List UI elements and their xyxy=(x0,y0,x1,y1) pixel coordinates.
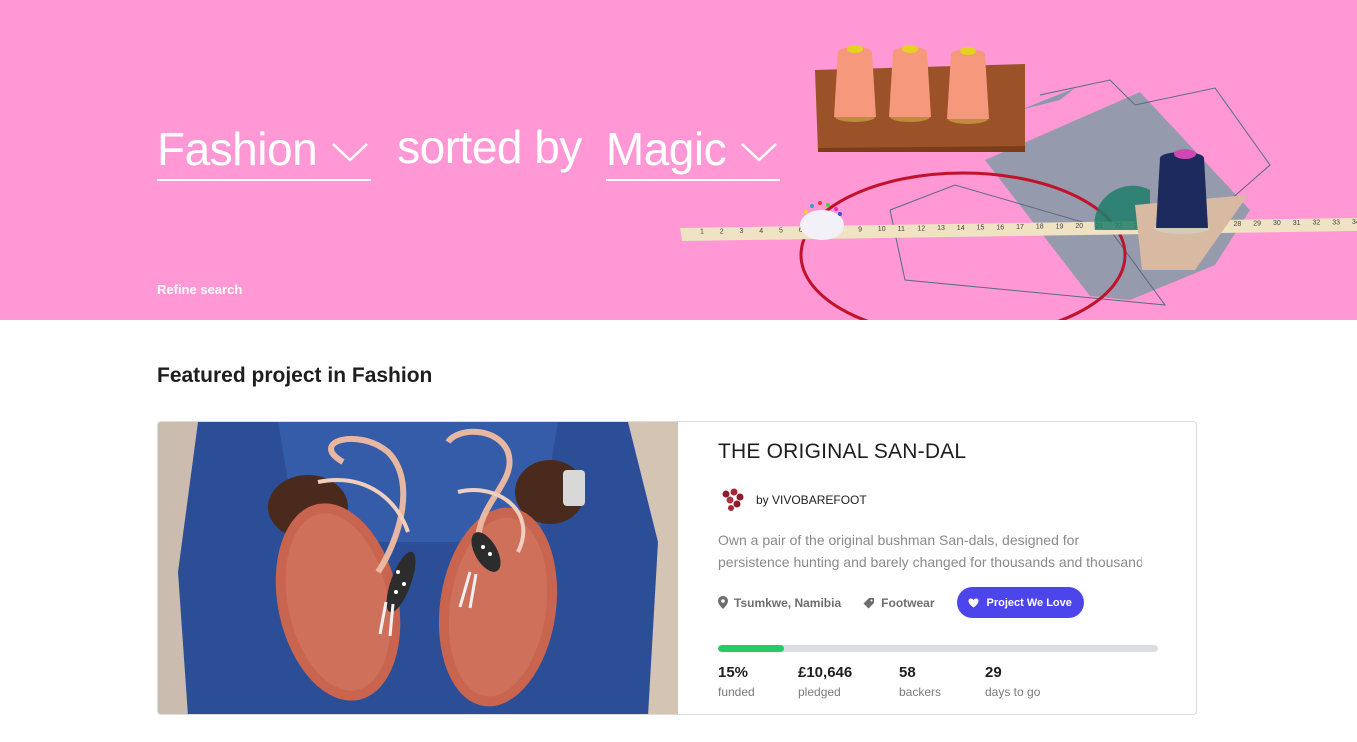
stat-label: backers xyxy=(899,685,942,699)
thread-spool xyxy=(947,47,989,124)
tape-number: 2 xyxy=(720,228,724,235)
search-headline: Fashion sorted by Magic xyxy=(157,118,781,182)
section-title: Featured project in Fashion xyxy=(157,364,433,387)
creator-name: by VIVOBAREFOOT xyxy=(756,493,867,507)
category-tag[interactable]: Footwear xyxy=(863,595,935,610)
project-title[interactable]: THE ORIGINAL SAN-DAL xyxy=(718,440,966,464)
tape-number: 1 xyxy=(700,229,704,236)
stat-funded: 15% funded xyxy=(718,664,798,699)
badge-label: Project We Love xyxy=(986,596,1072,609)
sort-label: Magic xyxy=(605,122,727,175)
tape-number: 11 xyxy=(898,226,905,233)
tape-number: 9 xyxy=(858,226,862,233)
blurb-line-2: persistence hunting and barely changed f… xyxy=(718,554,1142,570)
tape-number: 30 xyxy=(1273,220,1281,227)
stat-backers: 58 backers xyxy=(899,664,985,699)
tape-number: 18 xyxy=(1036,224,1044,231)
location-label: Tsumkwe, Namibia xyxy=(734,595,842,610)
funding-progress-fill xyxy=(718,645,784,652)
tape-number: 16 xyxy=(996,224,1004,231)
tape-number: 12 xyxy=(917,226,925,233)
thread-spool xyxy=(889,45,931,122)
chevron-down-icon xyxy=(741,142,777,162)
creator-avatar xyxy=(722,488,744,511)
sorted-by-text: sorted by xyxy=(397,121,582,173)
project-image[interactable] xyxy=(158,422,678,715)
tape-number: 10 xyxy=(878,226,886,233)
category-tag-label: Footwear xyxy=(881,595,935,610)
tag-icon xyxy=(863,597,875,608)
project-info: THE ORIGINAL SAN-DAL by VIVOBAREFOOT Own… xyxy=(718,422,1158,714)
tape-number: 4 xyxy=(759,228,763,235)
hero-banner: 1234567891011121314151617181920212223242… xyxy=(0,0,1357,320)
creator-row[interactable]: by VIVOBAREFOOT xyxy=(718,486,867,514)
tape-number: 3 xyxy=(740,228,744,235)
tape-number: 32 xyxy=(1313,220,1321,227)
tape-number: 13 xyxy=(937,225,945,232)
pin-cushion xyxy=(800,201,844,240)
tape-number: 20 xyxy=(1075,223,1083,230)
location-tag[interactable]: Tsumkwe, Namibia xyxy=(718,596,841,610)
tape-number: 15 xyxy=(977,225,985,232)
stat-value: 58 xyxy=(899,664,916,681)
stat-label: funded xyxy=(718,685,755,699)
category-label: Fashion xyxy=(157,122,318,175)
refine-search-link[interactable]: Refine search xyxy=(157,282,242,297)
stat-value: 15% xyxy=(718,664,749,681)
thread-spool xyxy=(834,45,876,122)
heart-icon xyxy=(968,598,978,607)
tape-number: 14 xyxy=(957,225,965,232)
category-dropdown[interactable]: Fashion xyxy=(157,118,372,181)
featured-project-card[interactable]: THE ORIGINAL SAN-DAL by VIVOBAREFOOT Own… xyxy=(157,421,1197,715)
stat-pledged: £10,646 pledged xyxy=(798,664,899,699)
stat-days-to-go: 29 days to go xyxy=(985,664,1075,699)
navy-thread-spool xyxy=(1154,149,1210,234)
tape-number: 17 xyxy=(1016,224,1024,231)
stat-label: pledged xyxy=(798,685,841,699)
project-blurb: Own a pair of the original bushman San-d… xyxy=(718,529,1142,573)
tape-number: 28 xyxy=(1234,221,1242,228)
blurb-line-1: Own a pair of the original bushman San-d… xyxy=(718,532,1080,548)
tape-number: 29 xyxy=(1253,221,1261,228)
tape-number: 19 xyxy=(1056,224,1064,231)
funding-progress-bar xyxy=(718,645,1158,652)
tape-number: 31 xyxy=(1293,220,1301,227)
project-stats: 15% funded £10,646 pledged 58 backers 29… xyxy=(718,664,1075,699)
chevron-down-icon xyxy=(332,142,369,162)
tape-number: 5 xyxy=(779,228,783,235)
tape-number: 34 xyxy=(1352,219,1357,226)
stat-value: £10,646 xyxy=(798,664,853,681)
stat-value: 29 xyxy=(985,664,1002,681)
tape-number: 33 xyxy=(1332,219,1340,226)
project-tags: Tsumkwe, Namibia Footwear Project We Lov… xyxy=(718,587,1084,618)
stat-label: days to go xyxy=(985,685,1041,699)
sort-dropdown[interactable]: Magic xyxy=(605,118,781,181)
project-we-love-badge[interactable]: Project We Love xyxy=(956,587,1084,618)
location-pin-icon xyxy=(718,596,728,609)
